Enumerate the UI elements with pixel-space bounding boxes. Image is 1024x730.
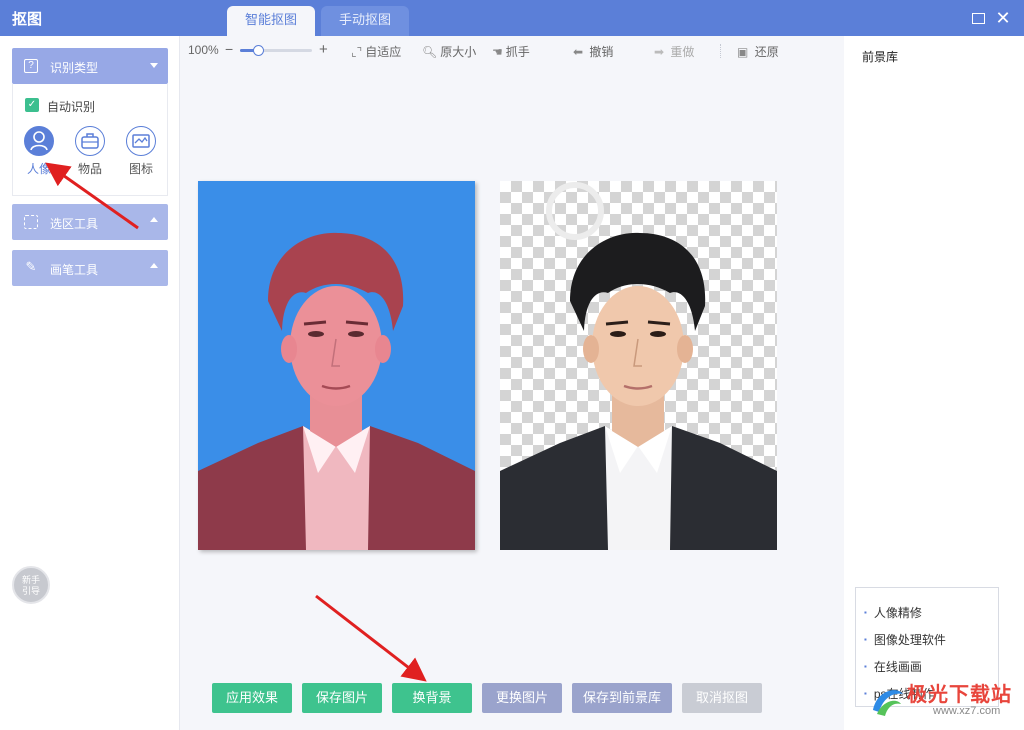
hand-icon: ☚ (492, 45, 503, 59)
toolbar-divider (720, 44, 721, 58)
watermark-circle-icon (546, 182, 604, 240)
left-panel: ? 识别类型 ✓ 自动识别 人像 物品 图标 选区工具 ✎ 画笔工具 新手 引导 (0, 36, 180, 730)
image-icon: ▣ (737, 45, 749, 59)
apply-effect-button[interactable]: 应用效果 (212, 683, 292, 713)
redo-arrow-icon: ➡ (654, 45, 665, 59)
person-cutout (500, 182, 777, 550)
chevron-up-icon (150, 263, 158, 268)
type-person[interactable]: 人像 (19, 126, 59, 177)
save-image-button[interactable]: 保存图片 (302, 683, 382, 713)
fit-button[interactable]: ⌞⌝ 自适应 (351, 43, 401, 60)
type-object-label: 物品 (77, 162, 102, 176)
brush-tool-label: 画笔工具 (50, 263, 99, 277)
select-tool-label: 选区工具 (50, 217, 99, 231)
recognize-type-label: 识别类型 (50, 61, 99, 75)
question-icon: ? (24, 59, 38, 73)
select-tool-header[interactable]: 选区工具 (12, 204, 168, 240)
close-button[interactable]: ✕ (993, 8, 1013, 28)
undo-label: 撤销 (589, 45, 614, 59)
toolbar: 100% − + ⌞⌝ 自适应 🔍︎ 原大小 ☚ 抓手 ⬅ 撤销 ➡ 重做 ▣ 还原 (180, 36, 844, 66)
save-to-library-button[interactable]: 保存到前景库 (572, 683, 672, 713)
type-icon[interactable]: 图标 (121, 126, 161, 177)
original-size-label: 原大小 (440, 45, 477, 59)
type-icon-label: 图标 (128, 162, 153, 176)
undo-button[interactable]: ⬅ 撤销 (573, 43, 613, 60)
link-image-software[interactable]: 图像处理软件 (864, 631, 946, 648)
original-size-button[interactable]: 🔍︎ 原大小 (422, 43, 476, 60)
foreground-library-title: 前景库 (862, 50, 899, 64)
zoom-level: 100% (188, 43, 219, 57)
zoom-slider-knob[interactable] (253, 45, 264, 56)
person-icon (24, 126, 54, 156)
restore-label: 还原 (754, 45, 779, 59)
chevron-down-icon (150, 63, 158, 68)
tab-manual-cutout[interactable]: 手动抠图 (321, 6, 409, 36)
watermark-name: 极光下载站 (907, 684, 1012, 706)
restore-button[interactable]: ▣ 还原 (737, 43, 779, 60)
undo-arrow-icon: ⬅ (573, 45, 584, 59)
beginner-guide-button[interactable]: 新手 引导 (12, 566, 50, 604)
link-portrait-retouch[interactable]: 人像精修 (864, 604, 922, 621)
auto-recognize-checkbox[interactable]: ✓ (25, 98, 39, 112)
zoom-slider[interactable] (240, 45, 312, 56)
redo-label: 重做 (670, 45, 695, 59)
grab-label: 抓手 (505, 45, 530, 59)
type-object[interactable]: 物品 (70, 126, 110, 177)
zoom-out-button[interactable]: − (225, 41, 233, 57)
picture-icon (126, 126, 156, 156)
selection-icon (24, 215, 38, 229)
redo-button[interactable]: ➡ 重做 (654, 43, 694, 60)
maximize-button[interactable] (968, 8, 988, 28)
cutout-photo[interactable] (500, 181, 777, 550)
guide-line1: 新手 (21, 575, 40, 585)
tab-smart-cutout[interactable]: 智能抠图 (227, 6, 315, 36)
zoom-in-button[interactable]: + (319, 41, 328, 58)
right-panel: 前景库 人像精修 图像处理软件 在线画画 ps在线制作 (844, 36, 1024, 730)
cancel-cutout-button[interactable]: 取消抠图 (682, 683, 762, 713)
bag-icon (75, 126, 105, 156)
recognize-type-body: ✓ 自动识别 人像 物品 图标 (12, 84, 168, 196)
change-background-button[interactable]: 换背景 (392, 683, 472, 713)
replace-image-button[interactable]: 更换图片 (482, 683, 562, 713)
type-person-label: 人像 (26, 162, 51, 176)
magnifier-icon: 🔍︎ (422, 45, 438, 59)
watermark-url: www.xz7.com (933, 705, 1001, 717)
recognize-type-header[interactable]: ? 识别类型 (12, 48, 168, 84)
site-watermark: 极光下载站 www.xz7.com (863, 678, 1021, 724)
app-title: 抠图 (12, 11, 43, 28)
grab-button[interactable]: ☚ 抓手 (492, 43, 530, 60)
auto-recognize-label: 自动识别 (47, 100, 96, 114)
original-photo[interactable] (198, 181, 475, 550)
fit-label: 自适应 (365, 45, 402, 59)
aurora-logo-icon (873, 690, 903, 716)
canvas-area: 应用效果 保存图片 换背景 更换图片 保存到前景库 取消抠图 (180, 66, 844, 730)
person-silhouette-masked (198, 232, 475, 550)
chevron-up-icon (150, 217, 158, 222)
guide-line2: 引导 (21, 586, 40, 596)
fit-icon: ⌞⌝ (351, 45, 363, 59)
title-bar: 抠图 智能抠图 手动抠图 ✕ (0, 0, 1024, 36)
link-online-drawing[interactable]: 在线画画 (864, 658, 922, 675)
pencil-icon: ✎ (25, 259, 37, 274)
brush-tool-header[interactable]: ✎ 画笔工具 (12, 250, 168, 286)
